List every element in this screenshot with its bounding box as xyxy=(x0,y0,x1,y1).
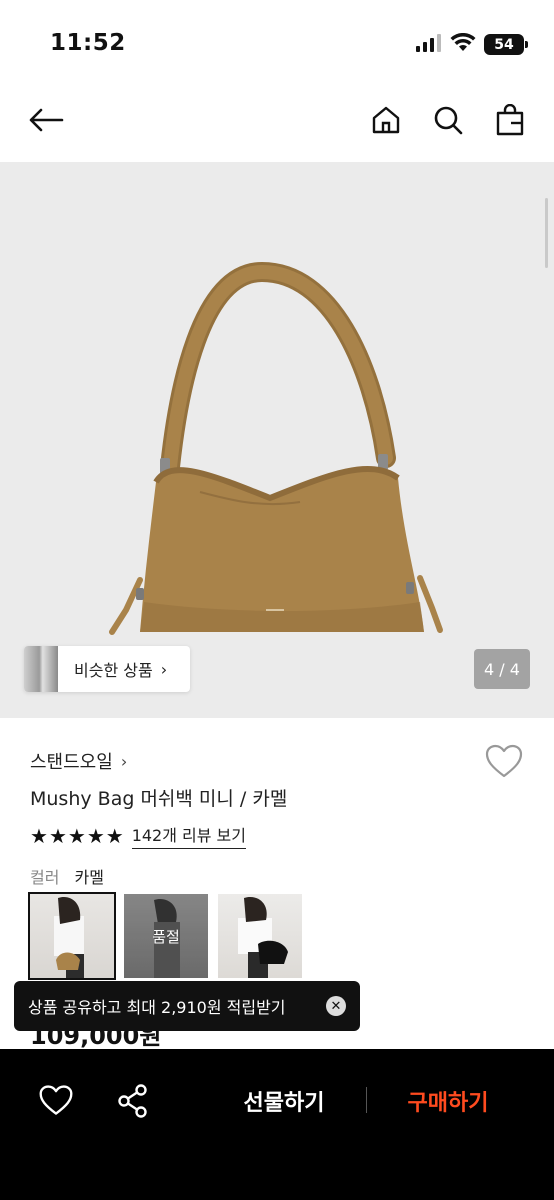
shopping-bag-icon xyxy=(496,104,524,136)
brand-name: 스탠드오일 xyxy=(30,752,113,773)
status-icons: 54 xyxy=(416,32,528,56)
toast-message: 상품 공유하고 최대 2,910원 적립받기 xyxy=(28,998,286,1017)
color-label: 컬러 xyxy=(30,868,60,887)
review-link[interactable]: 142개 리뷰 보기 xyxy=(131,822,246,849)
brand-link[interactable]: 스탠드오일 › xyxy=(30,748,127,774)
product-image xyxy=(109,261,443,635)
chevron-right-icon: › xyxy=(120,751,128,771)
star-icon: ★ xyxy=(30,823,48,848)
scroll-indicator xyxy=(545,198,548,268)
home-icon xyxy=(372,106,400,134)
similar-products-button[interactable]: 비슷한 상품 › xyxy=(24,646,190,692)
battery-level: 54 xyxy=(494,36,514,53)
similar-products-label: 비슷한 상품 xyxy=(74,661,153,680)
like-button[interactable] xyxy=(484,742,524,782)
swatch-model-image xyxy=(54,896,84,978)
heart-outline-icon xyxy=(39,1085,73,1115)
similar-products-thumbnail xyxy=(24,646,58,692)
star-icon: ★ xyxy=(105,823,124,848)
star-icon: ★ xyxy=(48,823,67,848)
wifi-icon xyxy=(450,32,476,56)
divider xyxy=(366,1087,367,1113)
cart-button[interactable] xyxy=(488,98,532,142)
star-icon: ★ xyxy=(86,823,105,848)
gift-button[interactable]: 선물하기 xyxy=(228,1083,340,1119)
back-arrow-icon xyxy=(29,108,64,132)
buy-button[interactable]: 구매하기 xyxy=(392,1083,504,1119)
image-page-counter: 4 / 4 xyxy=(474,649,530,689)
star-icon: ★ xyxy=(67,823,86,848)
color-swatches: 품절 xyxy=(28,892,302,980)
search-button[interactable] xyxy=(426,98,470,142)
color-swatch[interactable]: 품절 xyxy=(124,894,208,978)
share-reward-toast[interactable]: 상품 공유하고 최대 2,910원 적립받기 ✕ xyxy=(14,981,360,1031)
sold-out-label: 품절 xyxy=(124,894,208,978)
top-nav xyxy=(0,82,554,162)
cellular-signal-icon xyxy=(416,33,442,56)
status-time: 11:52 xyxy=(50,30,126,56)
status-bar: 11:52 54 xyxy=(0,0,554,82)
star-rating: ★ ★ ★ ★ ★ xyxy=(30,826,124,846)
product-title: Mushy Bag 머쉬백 미니 / 카멜 xyxy=(30,788,288,810)
close-circle-icon[interactable]: ✕ xyxy=(326,996,346,1016)
chevron-right-icon: › xyxy=(160,659,168,679)
bottom-action-bar: 선물하기 구매하기 xyxy=(0,1049,554,1200)
wishlist-button[interactable] xyxy=(38,1083,74,1119)
color-swatch[interactable] xyxy=(28,892,116,980)
share-icon xyxy=(118,1084,147,1118)
rating-row: ★ ★ ★ ★ ★ 142개 리뷰 보기 xyxy=(30,822,246,849)
product-image-gallery[interactable]: 비슷한 상품 › 4 / 4 xyxy=(0,162,554,718)
battery-icon: 54 xyxy=(484,34,528,55)
color-value: 카멜 xyxy=(74,868,104,887)
share-button[interactable] xyxy=(116,1083,150,1119)
back-button[interactable] xyxy=(24,98,68,142)
home-button[interactable] xyxy=(364,98,408,142)
heart-outline-icon xyxy=(485,744,523,778)
color-option-row: 컬러 카멜 xyxy=(30,864,104,888)
search-icon xyxy=(434,106,463,135)
color-swatch[interactable] xyxy=(218,894,302,978)
swatch-model-image xyxy=(238,896,288,978)
